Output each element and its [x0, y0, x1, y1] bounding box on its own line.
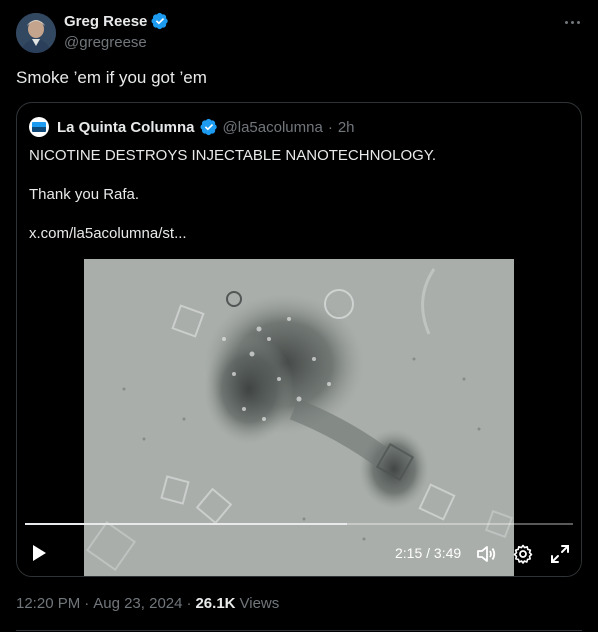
divider [16, 630, 582, 631]
author-name-row: Greg Reese [64, 12, 169, 30]
quoted-tweet-line2: Thank you Rafa. [29, 186, 140, 203]
tweet-text: Smoke ’em if you got ’em [16, 68, 207, 87]
quoted-tweet-line1: NICOTINE DESTROYS INJECTABLE NANOTECHNOL… [29, 147, 437, 164]
quoted-tweet-card[interactable]: La Quinta Columna @la5acolumna · 2h NICO… [16, 102, 582, 577]
video-progress-bar[interactable] [25, 523, 573, 525]
expand-icon[interactable] [549, 543, 571, 565]
play-icon[interactable] [29, 543, 49, 563]
separator-dot: · [84, 595, 90, 612]
quoted-author-display-name[interactable]: La Quinta Columna [57, 119, 195, 136]
tweet-date[interactable]: Aug 23, 2024 [93, 595, 182, 612]
quoted-tweet-header: La Quinta Columna @la5acolumna · 2h [29, 117, 355, 137]
verified-badge-icon [151, 12, 169, 30]
video-frame[interactable] [84, 259, 514, 576]
volume-icon[interactable] [475, 543, 497, 565]
quoted-author-handle[interactable]: @la5acolumna [223, 119, 323, 136]
views-count: 26.1K [195, 595, 236, 612]
quoted-tweet-time[interactable]: 2h [338, 119, 355, 136]
quoted-author-avatar[interactable] [29, 117, 49, 137]
video-progress-fill [25, 523, 347, 525]
verified-badge-icon [200, 118, 217, 136]
author-display-name[interactable]: Greg Reese [64, 13, 147, 30]
author-handle[interactable]: @gregreese [64, 34, 147, 51]
tweet: Greg Reese @gregreese Smoke ’em if you g… [0, 0, 598, 632]
gear-icon[interactable] [512, 543, 534, 565]
video-time-display: 2:15 / 3:49 [395, 545, 462, 561]
views-label: Views [239, 595, 280, 612]
author-avatar[interactable] [16, 13, 56, 53]
separator-dot: · [327, 118, 333, 136]
quoted-tweet-link[interactable]: x.com/la5acolumna/st... [29, 225, 187, 242]
separator-dot: · [186, 595, 192, 612]
video-player[interactable]: 2:15 / 3:49 [17, 259, 581, 576]
tweet-meta: 12:20 PM · Aug 23, 2024 · 26.1K Views [16, 595, 279, 612]
more-icon[interactable] [562, 12, 582, 32]
tweet-time[interactable]: 12:20 PM [16, 595, 80, 612]
